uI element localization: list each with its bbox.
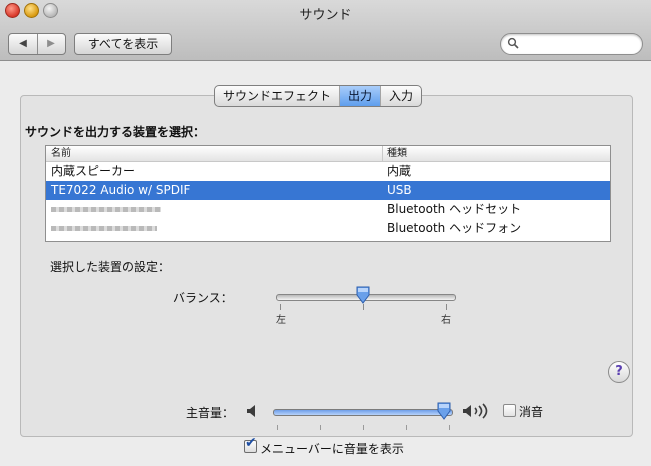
volume-slider-knob[interactable] [436,402,452,420]
device-settings-heading: 選択した装置の設定： [50,260,171,274]
back-button[interactable]: ◀ [9,34,38,54]
checkmark-icon: ✔ [245,435,257,451]
sound-preferences-window: サウンド ◀ ▶ すべてを表示 サウンドエフェクト 出力 入力 サウンドを出力する装… [0,0,651,466]
balance-slider-knob[interactable] [355,286,371,304]
search-input[interactable] [500,33,643,55]
mute-label: 消音 [519,405,544,419]
balance-right-tick [446,304,447,310]
volume-tick [363,425,364,430]
volume-tick [277,425,278,430]
volume-tick [406,425,407,430]
select-device-heading: サウンドを出力する装置を選択： [25,125,206,139]
output-volume-label: 主音量： [186,406,235,420]
table-row[interactable]: Bluetooth ヘッドセット [46,200,610,219]
balance-left-label: 左 [276,315,286,326]
show-volume-in-menubar-label: メニューバーに音量を表示 [260,442,404,456]
device-name-redacted [51,219,157,238]
table-row[interactable]: TE7022 Audio w/ SPDIF USB [46,181,610,200]
balance-left-tick [280,304,281,310]
table-row[interactable]: Bluetooth ヘッドフォン [46,219,610,238]
navigation-buttons: ◀ ▶ [8,33,66,55]
column-divider [382,146,383,161]
device-type: USB [387,183,412,197]
output-device-table[interactable]: 名前 種類 内蔵スピーカー 内蔵 TE7022 Audio w/ SPDIF USB B… [45,145,611,242]
speaker-high-icon [463,403,488,419]
tab-sound-effects[interactable]: サウンドエフェクト [215,86,339,106]
device-name-redacted [51,200,161,219]
speaker-low-icon [247,405,255,417]
device-type: 内蔵 [387,164,412,178]
search-icon [507,37,519,49]
table-row[interactable]: 内蔵スピーカー 内蔵 [46,162,610,181]
column-header-type[interactable]: 種類 [387,146,407,161]
device-name: 内蔵スピーカー [51,164,136,178]
tab-bar: サウンドエフェクト 出力 入力 [214,85,423,107]
balance-center-tick [363,304,364,310]
table-body: 内蔵スピーカー 内蔵 TE7022 Audio w/ SPDIF USB Bluetoo… [46,162,610,238]
forward-button[interactable]: ▶ [37,34,65,54]
volume-slider-track[interactable] [273,409,453,416]
window-title: サウンド [299,8,352,23]
help-button[interactable]: ? [608,361,630,383]
volume-tick [320,425,321,430]
balance-right-label: 右 [441,315,451,326]
mute-checkbox[interactable] [503,404,516,417]
balance-label: バランス： [173,291,233,305]
volume-tick [449,425,450,430]
tab-output[interactable]: 出力 [339,86,381,106]
device-type: Bluetooth ヘッドフォン [387,221,522,235]
tab-input[interactable]: 入力 [380,86,421,106]
device-name: TE7022 Audio w/ SPDIF [51,183,191,197]
title-toolbar: サウンド ◀ ▶ すべてを表示 [0,0,651,61]
table-header: 名前 種類 [46,146,610,162]
show-all-button[interactable]: すべてを表示 [74,33,172,55]
column-header-name[interactable]: 名前 [51,146,71,161]
redacted-text [51,226,157,231]
redacted-text [51,207,161,212]
device-type: Bluetooth ヘッドセット [387,202,522,216]
